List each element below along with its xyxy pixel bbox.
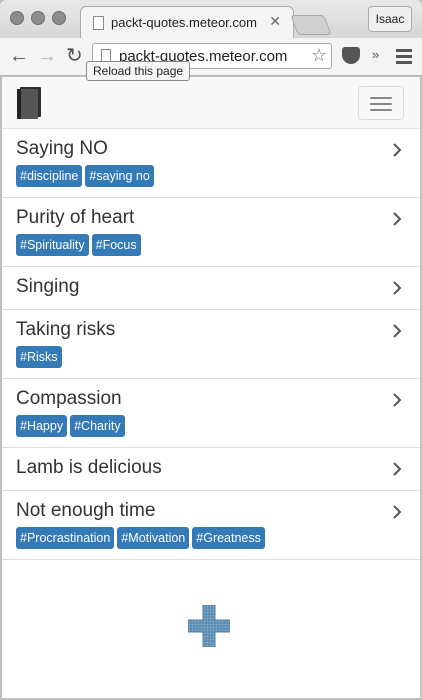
quote-item[interactable]: Compassion #Happy #Charity xyxy=(2,379,420,448)
tag-badge[interactable]: #Risks xyxy=(16,346,62,368)
quote-list: Saying NO #discipline #saying no Purity of … xyxy=(2,129,420,560)
pocket-icon[interactable] xyxy=(342,47,360,64)
web-page: Saying NO #discipline #saying no Purity of … xyxy=(2,77,420,698)
chevron-right-icon[interactable] xyxy=(390,505,404,519)
tag-badge[interactable]: #Happy xyxy=(16,415,68,437)
quote-item[interactable]: Taking risks #Risks xyxy=(2,310,420,379)
tag-badge[interactable]: #Spirituality xyxy=(16,234,89,256)
tag-badge[interactable]: #Charity xyxy=(70,415,125,437)
tag-badge[interactable]: #discipline xyxy=(16,165,83,187)
reload-button[interactable]: ↻ xyxy=(66,44,83,68)
chevron-right-icon[interactable] xyxy=(390,393,404,407)
chevron-right-icon[interactable] xyxy=(390,324,404,338)
tag-list: #Spirituality #Focus xyxy=(16,234,406,256)
close-window-button[interactable] xyxy=(10,11,24,25)
quote-title: Singing xyxy=(16,276,80,297)
page-icon xyxy=(93,16,104,30)
chevron-right-icon[interactable] xyxy=(390,212,404,226)
forward-button[interactable]: → xyxy=(37,44,57,68)
app-navbar xyxy=(2,77,420,129)
plus-icon[interactable] xyxy=(188,605,230,647)
browser-titlebar: packt-quotes.meteor.com ✕ Isaac xyxy=(0,0,422,38)
tag-list: #Procrastination #Motivation #Greatness xyxy=(16,527,406,549)
quote-item[interactable]: Purity of heart #Spirituality #Focus xyxy=(2,198,420,267)
book-icon[interactable] xyxy=(16,87,42,119)
tag-badge[interactable]: #Motivation xyxy=(117,527,190,549)
quote-item[interactable]: Lamb is delicious xyxy=(2,448,420,491)
tag-badge[interactable]: #Greatness xyxy=(192,527,265,549)
tag-badge[interactable]: #Focus xyxy=(91,234,141,256)
back-button[interactable]: ← xyxy=(9,44,29,68)
quote-item[interactable]: Saying NO #discipline #saying no xyxy=(2,129,420,198)
bookmark-star-icon[interactable]: ☆ xyxy=(311,45,327,66)
browser-toolbar: ← → ↻ packt-quotes.meteor.com ☆ » xyxy=(0,38,422,76)
quote-title: Saying NO xyxy=(16,138,108,159)
browser-menu-icon[interactable] xyxy=(396,49,412,67)
quote-title: Not enough time xyxy=(16,500,156,521)
tag-badge[interactable]: #saying no xyxy=(85,165,154,187)
browser-tab[interactable]: packt-quotes.meteor.com ✕ xyxy=(80,6,294,38)
quote-item[interactable]: Singing xyxy=(2,267,420,310)
quote-title: Lamb is delicious xyxy=(16,457,162,478)
profile-button[interactable]: Isaac xyxy=(368,6,412,32)
minimize-window-button[interactable] xyxy=(31,11,45,25)
hamburger-icon[interactable] xyxy=(358,86,404,120)
chevron-right-icon[interactable] xyxy=(390,462,404,476)
tag-list: #discipline #saying no xyxy=(16,165,406,187)
extensions-overflow-icon[interactable]: » xyxy=(372,47,379,62)
new-tab-button[interactable] xyxy=(290,15,332,35)
tab-title: packt-quotes.meteor.com xyxy=(111,15,257,30)
zoom-window-button[interactable] xyxy=(52,11,66,25)
reload-tooltip: Reload this page xyxy=(86,61,191,81)
tag-list: #Happy #Charity xyxy=(16,415,406,437)
quote-title: Taking risks xyxy=(16,319,116,340)
quote-title: Purity of heart xyxy=(16,207,135,228)
tag-badge[interactable]: #Procrastination xyxy=(16,527,115,549)
quote-item[interactable]: Not enough time #Procrastination #Motivati… xyxy=(2,491,420,560)
quote-title: Compassion xyxy=(16,388,122,409)
tab-close-icon[interactable]: ✕ xyxy=(269,13,281,30)
tag-list: #Risks xyxy=(16,346,406,368)
chevron-right-icon[interactable] xyxy=(390,143,404,157)
chevron-right-icon[interactable] xyxy=(390,281,404,295)
